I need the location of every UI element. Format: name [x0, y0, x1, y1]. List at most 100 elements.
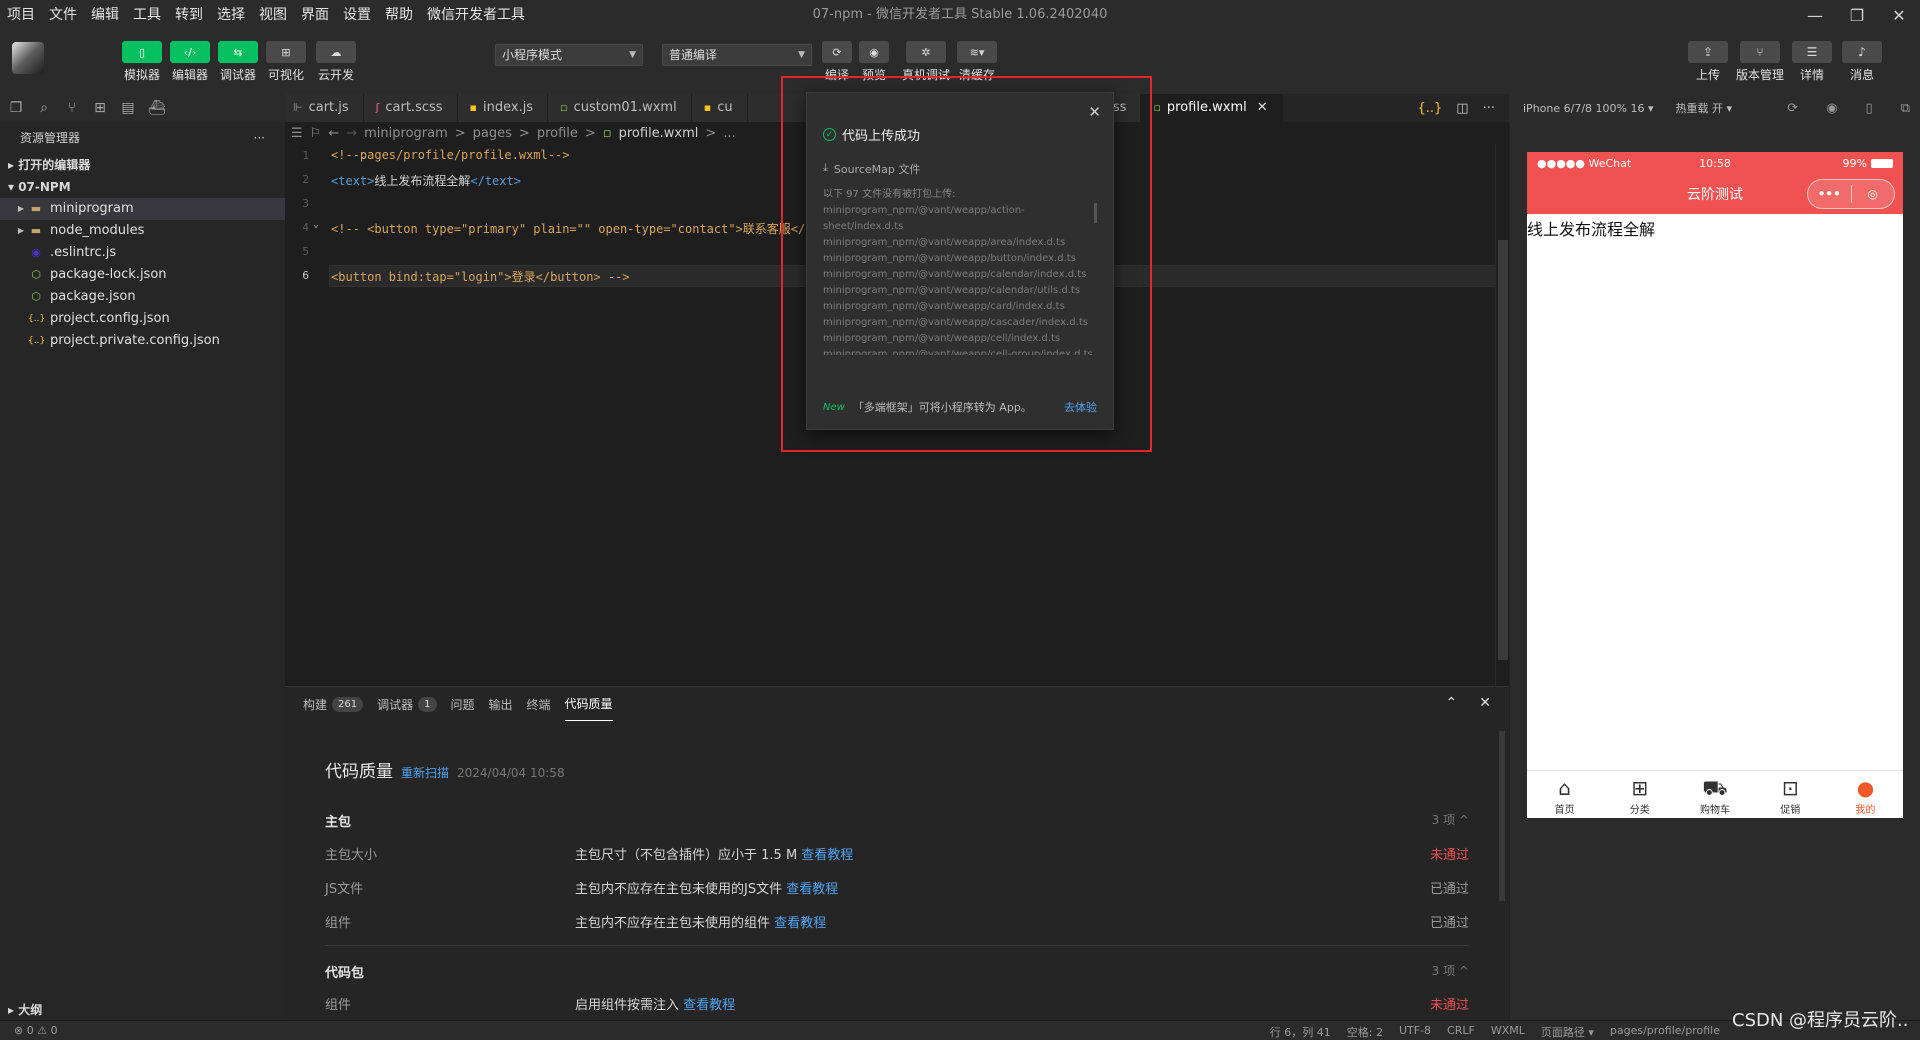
section-count[interactable]: 3 项 ^: [1432, 811, 1469, 828]
outline-section[interactable]: ▸ 大纲: [0, 1000, 285, 1020]
extensions-icon[interactable]: ⊞: [92, 100, 108, 116]
close-icon[interactable]: ✕: [1878, 0, 1920, 30]
search-icon[interactable]: ⌕: [36, 100, 52, 116]
expand-icon[interactable]: ▶: [14, 220, 28, 242]
explorer-item[interactable]: {..} project.private.config.json: [0, 330, 285, 352]
real-debug-button[interactable]: ✲ 真机调试: [902, 41, 950, 83]
popout-icon[interactable]: ⧉: [1901, 101, 1910, 116]
back-icon[interactable]: ←: [328, 126, 339, 141]
avatar[interactable]: [12, 42, 44, 74]
hot-reload-select[interactable]: 热重载 开 ▾: [1676, 100, 1733, 116]
docker-icon[interactable]: ⛴: [148, 100, 166, 116]
explorer-item[interactable]: ▶ ▬ node_modules: [0, 220, 285, 242]
menu-tools[interactable]: 工具: [126, 0, 168, 30]
tab-cart-scss[interactable]: ʃ cart.scss: [363, 94, 458, 122]
tab-cart-js[interactable]: ⊩ cart.js: [285, 94, 364, 122]
explorer-item[interactable]: ▶ ▬ miniprogram: [0, 198, 285, 220]
more-icon[interactable]: ···: [254, 122, 265, 154]
list-icon[interactable]: ☰: [291, 126, 303, 141]
split-editor-icon[interactable]: ◫: [1456, 101, 1468, 116]
tabbar-item-cart[interactable]: ⛟ 购物车: [1677, 771, 1752, 818]
cursor-position[interactable]: 行 6，列 41: [1270, 1024, 1331, 1040]
editor-button[interactable]: ‹/› 编辑器: [168, 41, 212, 83]
menu-devtools[interactable]: 微信开发者工具: [420, 0, 532, 30]
sourcemap-link[interactable]: ⤓ SourceMap 文件: [823, 161, 920, 177]
skipped-files-list[interactable]: 以下 97 文件没有被打包上传: miniprogram_npm/@vant/w…: [823, 187, 1095, 355]
tutorial-link[interactable]: 查看教程: [801, 848, 853, 863]
more-icon[interactable]: •••: [1808, 187, 1851, 201]
close-icon[interactable]: ✕: [1088, 103, 1101, 121]
editor-scrollbar[interactable]: [1495, 144, 1509, 686]
version-button[interactable]: ⑂ 版本管理: [1734, 41, 1786, 83]
fold-icon[interactable]: ⌄: [313, 219, 319, 230]
menu-goto[interactable]: 转到: [168, 0, 210, 30]
scrollbar-thumb[interactable]: [1498, 240, 1508, 660]
tutorial-link[interactable]: 查看教程: [774, 916, 826, 931]
page-path-select[interactable]: 页面路径 ▾: [1541, 1024, 1594, 1040]
tab-debugger[interactable]: 调试器 1: [377, 687, 437, 721]
tabbar-item-promo[interactable]: ⊡ 促销: [1753, 771, 1828, 818]
close-icon[interactable]: ✕: [1257, 94, 1268, 122]
explorer-item[interactable]: ◉ .eslintrc.js: [0, 242, 285, 264]
simulator-button[interactable]: ▯ 模拟器: [120, 41, 164, 83]
scrollbar-thumb[interactable]: [1499, 731, 1505, 901]
tab-cu[interactable]: ▪ cu: [691, 94, 748, 122]
tabbar-item-category[interactable]: ⊞ 分类: [1602, 771, 1677, 818]
expand-icon[interactable]: ▶: [14, 198, 28, 220]
tabbar-item-home[interactable]: ⌂ 首页: [1527, 771, 1602, 818]
tutorial-link[interactable]: 查看教程: [786, 882, 838, 897]
list-scrollbar[interactable]: [1094, 203, 1097, 223]
minimize-icon[interactable]: —: [1794, 0, 1836, 30]
tab-build[interactable]: 构建 261: [303, 687, 364, 721]
messages-button[interactable]: ♪ 消息: [1836, 41, 1888, 83]
clear-cache-button[interactable]: ≋▾ 清缓存: [955, 41, 999, 83]
tab-code-quality[interactable]: 代码质量: [564, 687, 613, 721]
explorer-item[interactable]: ⬡ package-lock.json: [0, 264, 285, 286]
project-section[interactable]: ▾ 07-NPM: [0, 176, 285, 198]
problems-count[interactable]: ⊗ 0 ⚠ 0: [14, 1024, 58, 1037]
menu-edit[interactable]: 编辑: [84, 0, 126, 30]
try-link[interactable]: 去体验: [1064, 399, 1097, 415]
tab-terminal[interactable]: 终端: [527, 687, 551, 721]
section-count[interactable]: 3 项 ^: [1432, 962, 1469, 979]
debugger-button[interactable]: ⇆ 调试器: [216, 41, 260, 83]
open-editors-section[interactable]: ▸ 打开的编辑器: [0, 154, 285, 176]
tab-problems[interactable]: 问题: [451, 687, 475, 721]
restore-icon[interactable]: ❐: [1836, 0, 1878, 30]
phone-icon[interactable]: ▯: [1866, 101, 1873, 116]
chevron-up-icon[interactable]: ⌃: [1446, 695, 1458, 711]
forward-icon[interactable]: →: [346, 126, 357, 141]
tab-profile-wxml[interactable]: ▫ profile.wxml ✕: [1141, 94, 1283, 122]
compile-select[interactable]: 普通编译 ▼: [662, 44, 812, 66]
rotate-icon[interactable]: ⟳: [1787, 101, 1798, 116]
language-mode[interactable]: WXML: [1491, 1024, 1525, 1040]
mode-select[interactable]: 小程序模式 ▼: [495, 44, 643, 66]
rescan-link[interactable]: 重新扫描: [401, 764, 449, 781]
bookmark-icon[interactable]: ⚐: [310, 126, 322, 141]
menu-select[interactable]: 选择: [210, 0, 252, 30]
preview-button[interactable]: ◉ 预览: [852, 41, 896, 83]
braces-icon[interactable]: {..}: [1417, 101, 1442, 116]
menu-view[interactable]: 视图: [252, 0, 294, 30]
menu-help[interactable]: 帮助: [378, 0, 420, 30]
panel-scrollbar[interactable]: [1497, 721, 1509, 1021]
menu-interface[interactable]: 界面: [294, 0, 336, 30]
indentation[interactable]: 空格: 2: [1347, 1024, 1383, 1040]
line-ending[interactable]: CRLF: [1447, 1024, 1475, 1040]
files-icon[interactable]: ❐: [8, 100, 24, 116]
tab-custom01-wxml[interactable]: ▫ custom01.wxml: [548, 94, 692, 122]
close-icon[interactable]: ✕: [1479, 695, 1491, 711]
explorer-item[interactable]: ⬡ package.json: [0, 286, 285, 308]
cloud-button[interactable]: ☁ 云开发: [314, 41, 358, 83]
upload-button[interactable]: ⇪ 上传: [1682, 41, 1734, 83]
tabbar-item-mine[interactable]: ● 我的: [1828, 771, 1903, 818]
details-button[interactable]: ☰ 详情: [1786, 41, 1838, 83]
menu-file[interactable]: 文件: [42, 0, 84, 30]
menu-settings[interactable]: 设置: [336, 0, 378, 30]
storage-icon[interactable]: ▤: [120, 100, 136, 116]
device-select[interactable]: iPhone 6/7/8 100% 16 ▾: [1523, 102, 1654, 115]
git-icon[interactable]: ⑂: [64, 100, 80, 116]
tab-output[interactable]: 输出: [489, 687, 513, 721]
encoding[interactable]: UTF-8: [1399, 1024, 1431, 1040]
visual-button[interactable]: ⊞ 可视化: [264, 41, 308, 83]
